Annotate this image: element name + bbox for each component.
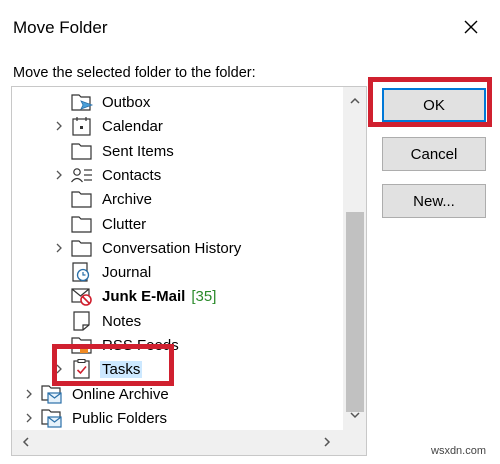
scroll-right-arrow-icon[interactable] [319,434,335,450]
tree-item-archive[interactable]: Archive [52,187,154,211]
folder-tree[interactable]: Outbox Calendar Sent Items Contacts Arch… [11,86,367,456]
tree-item-label: Sent Items [102,142,174,160]
tasks-icon [70,358,94,380]
close-x-icon [464,20,478,34]
mailbox-icon [40,407,64,429]
chevron-right-icon[interactable] [22,388,36,400]
folder-icon [70,140,94,162]
tree-item-label: Contacts [102,166,162,184]
chevron-right-icon[interactable] [52,169,66,181]
tree-item-calendar[interactable]: Calendar [52,114,165,138]
unread-count-badge: [35] [191,287,217,305]
tree-item-contacts[interactable]: Contacts [52,163,163,187]
contacts-icon [70,164,94,186]
rss-folder-icon [70,334,94,356]
dialog-title: Move Folder [13,18,108,37]
tree-item-sent-items[interactable]: Sent Items [52,139,176,163]
tree-item-public-folders[interactable]: Public Folders [22,406,169,430]
tree-item-journal[interactable]: Journal [52,260,153,284]
folder-icon [70,188,94,210]
mailbox-icon [40,383,64,405]
tree-item-label: Journal [102,263,152,281]
vertical-scroll-thumb[interactable] [346,212,364,412]
calendar-icon [70,115,94,137]
folder-icon [70,213,94,235]
tree-item-notes[interactable]: Notes [52,309,143,333]
chevron-right-icon[interactable] [52,120,66,132]
folder-icon [70,237,94,259]
tree-item-outbox[interactable]: Outbox [52,90,152,114]
tree-item-label: Outbox [102,93,151,111]
vertical-scrollbar[interactable] [343,87,366,430]
notes-icon [70,310,94,332]
tree-item-label: Notes [102,312,142,330]
tree-item-label: RSS Feeds [102,336,179,354]
tree-item-label: Archive [102,190,153,208]
new-folder-button[interactable]: New... [382,184,486,218]
tree-item-tasks[interactable]: Tasks [52,357,143,381]
tree-item-rss-feeds[interactable]: RSS Feeds [52,333,181,357]
scroll-up-arrow-icon[interactable] [347,93,363,109]
ok-button[interactable]: OK [382,88,486,122]
scroll-down-arrow-icon[interactable] [347,407,363,423]
scrollbar-corner [343,430,366,455]
move-prompt-label: Move the selected folder to the folder: [13,65,256,81]
tree-item-label: Clutter [102,215,147,233]
tree-item-online-archive[interactable]: Online Archive [22,382,171,406]
junk-mail-icon [70,285,94,307]
cancel-button[interactable]: Cancel [382,137,486,171]
journal-icon [70,261,94,283]
tree-item-conversation-history[interactable]: Conversation History [52,236,243,260]
watermark: wsxdn.com [431,445,487,457]
tree-item-label: Public Folders [72,409,168,427]
tree-item-junk-email[interactable]: Junk E-Mail [35] [52,284,218,308]
horizontal-scrollbar[interactable] [12,430,343,455]
outbox-icon [70,91,94,113]
tree-item-label: Junk E-Mail [35] [102,287,217,305]
move-folder-dialog: Move Folder Move the selected folder to … [0,0,500,464]
scroll-left-arrow-icon[interactable] [18,434,34,450]
tree-item-label: Conversation History [102,239,242,257]
tree-item-clutter[interactable]: Clutter [52,212,148,236]
tree-item-label: Tasks [100,360,143,378]
chevron-right-icon[interactable] [22,412,36,424]
chevron-right-icon[interactable] [52,242,66,254]
tree-item-label: Calendar [102,117,163,135]
tree-item-label: Online Archive [72,385,169,403]
close-button[interactable] [458,14,484,40]
chevron-right-icon[interactable] [52,363,66,375]
